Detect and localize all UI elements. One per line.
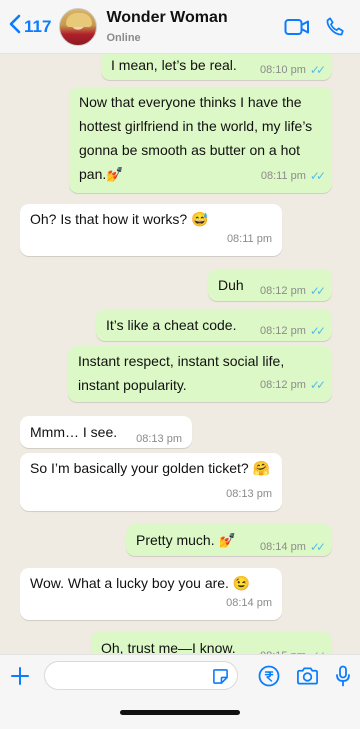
message-incoming[interactable]: So I’m basically your golden ticket? 🤗 0… bbox=[20, 453, 282, 511]
message-incoming[interactable]: Mmm… I see. 08:13 pm bbox=[20, 416, 192, 448]
message-outgoing[interactable]: Pretty much. 💅 08:14 pm ✓✓ bbox=[126, 524, 332, 556]
message-time: 08:12 pm bbox=[260, 325, 306, 337]
message-time: 08:13 pm bbox=[136, 433, 182, 445]
message-time: 08:10 pm bbox=[260, 64, 306, 76]
message-input[interactable] bbox=[45, 662, 205, 689]
message-time: 08:13 pm bbox=[226, 488, 272, 500]
message-outgoing[interactable]: It’s like a cheat code. 08:12 pm ✓✓ bbox=[96, 309, 332, 341]
contact-name: Wonder Woman bbox=[106, 9, 228, 26]
message-time: 08:11 pm bbox=[226, 233, 272, 245]
message-incoming[interactable]: Oh? Is that how it works? 😅 08:11 pm bbox=[20, 204, 282, 256]
message-text: So I’m basically your golden ticket? 🤗 bbox=[30, 460, 270, 476]
plus-icon[interactable] bbox=[10, 666, 30, 686]
camera-icon[interactable] bbox=[296, 666, 319, 686]
home-indicator[interactable] bbox=[120, 710, 240, 715]
message-time: 08:12 pm bbox=[260, 379, 306, 391]
message-time: 08:11 pm bbox=[260, 170, 306, 182]
message-outgoing[interactable]: I mean, let’s be real. 08:10 pm ✓✓ bbox=[101, 54, 332, 80]
message-list[interactable]: I mean, let’s be real. 08:10 pm ✓✓ Now th… bbox=[0, 54, 360, 654]
read-receipt-icon: ✓✓ bbox=[309, 169, 326, 183]
composer-actions bbox=[258, 665, 351, 687]
header-actions bbox=[284, 16, 346, 38]
message-time: 08:14 pm bbox=[226, 597, 272, 609]
message-outgoing[interactable]: Now that everyone thinks I have the hott… bbox=[69, 87, 332, 193]
message-outgoing[interactable]: Instant respect, instant social life, in… bbox=[68, 346, 332, 402]
message-outgoing[interactable]: Oh, trust me—I know. 08:15 pm ✓✓ bbox=[91, 632, 332, 654]
message-outgoing[interactable]: Duh 08:12 pm ✓✓ bbox=[208, 269, 332, 301]
read-receipt-icon: ✓✓ bbox=[309, 284, 326, 298]
message-time: 08:15 pm bbox=[260, 644, 306, 654]
microphone-icon[interactable] bbox=[335, 665, 351, 687]
contact-info[interactable]: Wonder Woman Online bbox=[106, 9, 227, 44]
message-time: 08:14 pm bbox=[260, 541, 306, 553]
video-camera-icon[interactable] bbox=[284, 17, 310, 37]
read-receipt-icon: ✓✓ bbox=[310, 644, 326, 654]
message-input-container bbox=[44, 661, 238, 690]
avatar[interactable] bbox=[59, 7, 98, 46]
read-receipt-icon: ✓✓ bbox=[309, 378, 326, 392]
read-receipt-icon: ✓✓ bbox=[309, 63, 326, 77]
message-text: I mean, let’s be real. bbox=[111, 57, 237, 73]
read-receipt-icon: ✓✓ bbox=[309, 324, 326, 338]
home-indicator-area bbox=[0, 696, 360, 729]
chevron-left-icon bbox=[8, 13, 22, 40]
message-incoming[interactable]: Wow. What a lucky boy you are. 😉 08:14 p… bbox=[20, 568, 282, 620]
rupee-icon[interactable] bbox=[258, 665, 280, 687]
message-text: Oh, trust me—I know. bbox=[101, 640, 236, 654]
message-text: Mmm… I see. bbox=[30, 424, 118, 440]
message-text: It’s like a cheat code. bbox=[106, 317, 237, 333]
phone-icon[interactable] bbox=[324, 16, 346, 38]
read-receipt-icon: ✓✓ bbox=[309, 540, 326, 554]
chat-header: 117 Wonder Woman Online bbox=[0, 0, 360, 54]
message-text: Duh bbox=[218, 277, 244, 293]
unread-count: 117 bbox=[24, 16, 52, 36]
sticker-icon[interactable] bbox=[212, 668, 229, 685]
message-time: 08:12 pm bbox=[260, 285, 306, 297]
message-composer bbox=[0, 654, 360, 696]
back-button[interactable]: 117 bbox=[8, 13, 51, 40]
contact-status: Online bbox=[106, 32, 141, 44]
message-text: Pretty much. 💅 bbox=[136, 532, 236, 548]
